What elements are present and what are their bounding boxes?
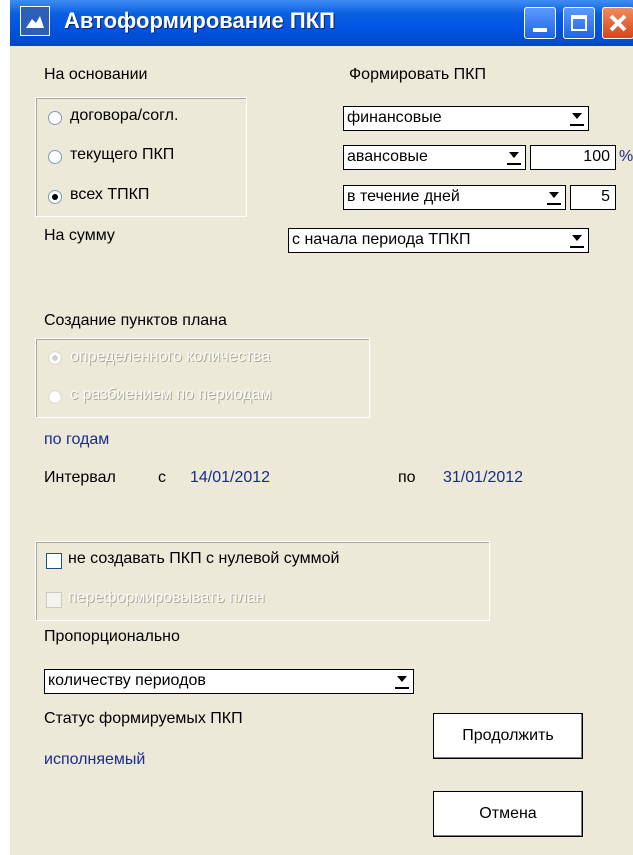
minimize-button[interactable]	[524, 7, 556, 39]
period-select[interactable]: в течение дней	[343, 185, 566, 210]
plan-option-count[interactable]: определенного количества	[70, 348, 270, 366]
percent-input[interactable]: 100	[530, 145, 616, 170]
type-select-value: финансовые	[347, 109, 442, 126]
no-zero-label[interactable]: не создавать ПКП с нулевой суммой	[68, 550, 339, 568]
title-bar[interactable]: Автоформирование ПКП	[10, 0, 633, 46]
percent-unit: %	[619, 148, 633, 165]
no-zero-checkbox[interactable]	[46, 553, 62, 569]
interval-to-label: по	[398, 469, 416, 486]
basis-heading: На основании	[44, 66, 148, 83]
interval-label: Интервал	[44, 469, 116, 486]
close-button[interactable]	[602, 7, 633, 39]
window-title: Автоформирование ПКП	[64, 8, 335, 33]
chevron-down-icon[interactable]	[547, 190, 561, 205]
chevron-down-icon[interactable]	[570, 233, 584, 248]
maximize-icon	[571, 15, 587, 31]
dialog-window: Автоформирование ПКП На основании догово…	[10, 0, 633, 855]
plan-radio-count[interactable]	[48, 351, 62, 365]
plan-heading: Создание пунктов плана	[44, 312, 227, 329]
reform-checkbox[interactable]	[46, 592, 62, 608]
sum-select-value: с начала периода ТПКП	[292, 231, 471, 248]
form-heading: Формировать ПКП	[349, 66, 486, 83]
kind-select[interactable]: авансовые	[343, 145, 526, 170]
app-icon	[20, 6, 50, 36]
basis-radio-contract[interactable]	[48, 111, 62, 125]
sum-label: На сумму	[44, 227, 115, 244]
proportional-select[interactable]: количеству периодов	[44, 669, 414, 694]
type-select[interactable]: финансовые	[343, 106, 589, 131]
basis-option-all[interactable]: всех ТПКП	[70, 186, 149, 204]
basis-radio-all[interactable]	[48, 190, 62, 204]
interval-to-value[interactable]: 31/01/2012	[443, 469, 523, 487]
kind-select-value: авансовые	[347, 148, 428, 165]
basis-option-current[interactable]: текущего ПКП	[70, 146, 174, 164]
maximize-button[interactable]	[563, 7, 595, 39]
reform-label[interactable]: переформировывать план	[68, 589, 265, 607]
basis-option-contract[interactable]: договора/согл.	[70, 107, 178, 125]
cancel-button[interactable]: Отмена	[433, 791, 583, 837]
plan-option-periods[interactable]: с разбиением по периодам	[70, 386, 272, 404]
continue-button[interactable]: Продолжить	[433, 713, 583, 759]
chevron-down-icon[interactable]	[507, 150, 521, 165]
chevron-down-icon[interactable]	[570, 111, 584, 126]
days-input[interactable]: 5	[570, 185, 616, 210]
plan-period-text: по годам	[44, 431, 110, 448]
close-icon	[609, 14, 627, 32]
interval-from-value[interactable]: 14/01/2012	[190, 469, 270, 487]
basis-radio-current[interactable]	[48, 150, 62, 164]
chevron-down-icon[interactable]	[395, 674, 409, 689]
period-select-value: в течение дней	[347, 188, 460, 205]
plan-radio-periods[interactable]	[48, 390, 62, 404]
minimize-icon	[533, 28, 547, 32]
interval-from-label: с	[158, 469, 166, 486]
status-label: Статус формируемых ПКП	[44, 710, 243, 727]
status-value: исполняемый	[44, 751, 146, 768]
sum-select[interactable]: с начала периода ТПКП	[288, 228, 589, 253]
proportional-label: Пропорционально	[44, 628, 180, 645]
proportional-select-value: количеству периодов	[48, 672, 206, 689]
